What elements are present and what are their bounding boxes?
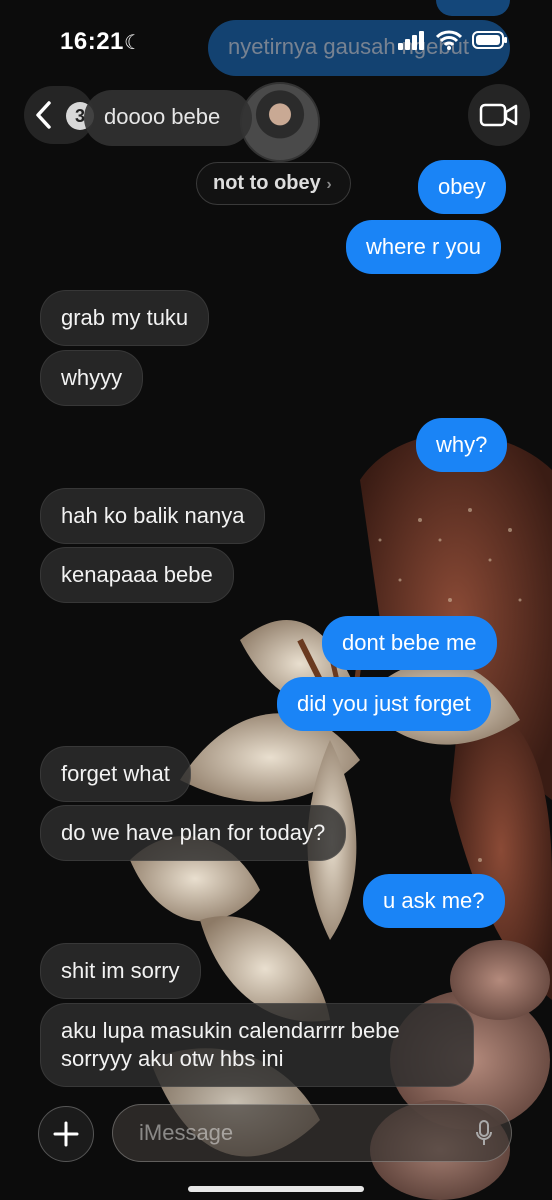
received-message[interactable]: kenapaaa bebe bbox=[40, 547, 234, 603]
home-indicator[interactable] bbox=[188, 1186, 364, 1192]
sent-message[interactable]: did you just forget bbox=[277, 677, 491, 731]
status-icons bbox=[398, 30, 508, 50]
compose-bar bbox=[0, 1100, 552, 1170]
sent-message[interactable]: why? bbox=[416, 418, 508, 472]
received-message[interactable]: aku lupa masukin calendarrrr bebe sorryy… bbox=[40, 1003, 474, 1087]
received-message[interactable]: forget what bbox=[40, 746, 191, 802]
moon-icon: ☾ bbox=[124, 32, 142, 54]
battery-icon bbox=[472, 31, 507, 49]
received-message[interactable]: hah ko balik nanya bbox=[40, 488, 266, 544]
wifi-icon bbox=[436, 30, 462, 50]
received-message[interactable]: do we have plan for today? bbox=[40, 805, 347, 861]
sent-message[interactable]: obey bbox=[418, 160, 506, 214]
add-attachment-button[interactable] bbox=[38, 1106, 94, 1162]
sent-message[interactable]: u ask me? bbox=[363, 874, 505, 928]
received-message[interactable]: grab my tuku bbox=[40, 290, 210, 346]
microphone-icon[interactable] bbox=[475, 1119, 493, 1147]
received-message[interactable]: shit im sorry bbox=[40, 943, 201, 999]
signal-icon bbox=[398, 31, 424, 50]
message-list: obey where r you grab my tuku whyyy why?… bbox=[0, 0, 552, 1200]
message-input[interactable] bbox=[137, 1119, 461, 1147]
status-bar: 16:21 ☾ bbox=[0, 0, 552, 80]
received-message[interactable]: whyyy bbox=[40, 350, 144, 406]
message-field[interactable] bbox=[112, 1104, 512, 1162]
sent-message[interactable]: dont bebe me bbox=[322, 616, 497, 670]
sent-message[interactable]: where r you bbox=[346, 220, 501, 274]
status-time: 16:21 bbox=[60, 28, 124, 55]
plus-icon bbox=[53, 1121, 79, 1147]
